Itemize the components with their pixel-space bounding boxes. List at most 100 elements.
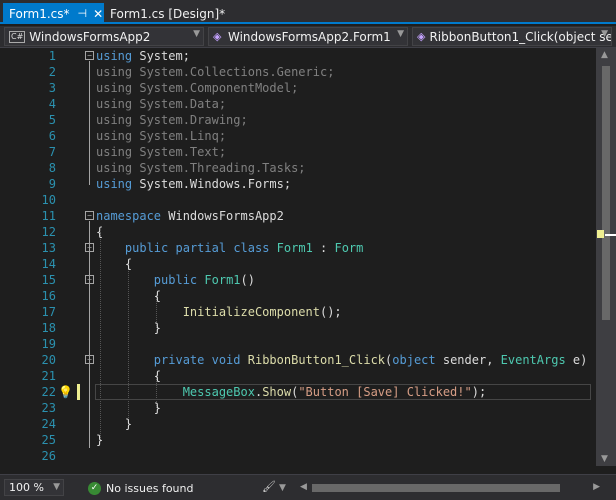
code-line[interactable]: 15 − public Form1() xyxy=(0,272,596,288)
csharp-project-icon: C# xyxy=(9,30,26,43)
code-text: using System.Linq; xyxy=(96,128,226,144)
collapse-icon[interactable]: − xyxy=(85,275,94,284)
code-line[interactable]: 25} xyxy=(0,432,596,448)
code-line[interactable]: 1 − using System; xyxy=(0,48,596,64)
scroll-down-icon[interactable]: ▼ xyxy=(601,454,608,464)
code-line[interactable]: 16 { xyxy=(0,288,596,304)
member-dropdown[interactable]: ◈ RibbonButton1_Click(object sender, Eve… xyxy=(412,27,612,46)
collapse-icon[interactable]: − xyxy=(85,243,94,252)
code-text: MessageBox.Show("Button [Save] Clicked!"… xyxy=(96,384,486,400)
code-token: using xyxy=(96,81,133,95)
code-token: (); xyxy=(319,305,342,319)
class-icon: ◈ xyxy=(213,30,222,43)
close-icon[interactable]: ✕ xyxy=(93,7,103,21)
scroll-up-icon[interactable]: ▲ xyxy=(601,50,608,60)
code-line[interactable]: 18 } xyxy=(0,320,596,336)
scroll-left-icon[interactable]: ◀ xyxy=(300,482,307,492)
lightbulb-icon[interactable]: 💡 xyxy=(58,384,73,400)
tab-form1-design[interactable]: Form1.cs [Design]* xyxy=(104,3,231,24)
code-text: } xyxy=(96,400,161,416)
code-text: } xyxy=(96,432,103,448)
code-line[interactable]: 9 using System.Windows.Forms; xyxy=(0,176,596,192)
code-cleanup-button[interactable]: 🖌 ▼ xyxy=(262,480,286,493)
code-token: using xyxy=(96,113,133,127)
code-token: sender, xyxy=(435,353,501,367)
line-number: 21 xyxy=(41,369,56,383)
code-token: using xyxy=(96,129,133,143)
code-line[interactable]: 10 xyxy=(0,192,596,208)
line-number: 22 xyxy=(41,385,56,399)
code-line[interactable]: 14 { xyxy=(0,256,596,272)
code-token: Form1 xyxy=(276,241,313,255)
line-number: 17 xyxy=(41,305,56,319)
horizontal-scrollbar[interactable]: ◀ ▶ xyxy=(300,481,600,495)
line-number: 18 xyxy=(41,321,56,335)
code-line[interactable]: 20 − private void RibbonButton1_Click(obj… xyxy=(0,352,596,368)
scrollbar-thumb[interactable] xyxy=(602,66,610,320)
code-token: public xyxy=(153,273,198,287)
code-token: System.Threading.Tasks; xyxy=(132,161,306,175)
code-line[interactable]: 19 xyxy=(0,336,596,352)
code-line[interactable]: 4 using System.Data; xyxy=(0,96,596,112)
code-line[interactable]: 2 using System.Collections.Generic; xyxy=(0,64,596,80)
line-number: 3 xyxy=(48,81,56,95)
code-line[interactable]: 8 using System.Threading.Tasks; xyxy=(0,160,596,176)
code-token: using xyxy=(96,97,133,111)
code-text: public partial class Form1 : Form xyxy=(96,240,363,256)
code-editor[interactable]: 1− using System; 2 using System.Collections… xyxy=(0,48,596,466)
code-text: using System.Collections.Generic; xyxy=(96,64,334,80)
zoom-dropdown[interactable]: 100 % ▼ xyxy=(4,479,64,496)
code-line[interactable]: 21 { xyxy=(0,368,596,384)
scroll-right-icon[interactable]: ▶ xyxy=(593,482,600,492)
code-token: using xyxy=(96,49,133,63)
code-token: } xyxy=(96,401,162,415)
code-line[interactable]: 13 − public partial class Form1 : Form xyxy=(0,240,596,256)
code-line[interactable]: 5 using System.Drawing; xyxy=(0,112,596,128)
code-line[interactable]: 6 using System.Linq; xyxy=(0,128,596,144)
scrollbar-thumb[interactable] xyxy=(312,484,560,492)
code-text: private void RibbonButton1_Click(object … xyxy=(96,352,588,368)
code-line[interactable]: 26 xyxy=(0,448,596,464)
project-name: WindowsFormsApp2 xyxy=(29,29,151,44)
project-dropdown[interactable]: C# WindowsFormsApp2 ▼ xyxy=(4,27,204,46)
line-number: 20 xyxy=(41,353,56,367)
class-dropdown[interactable]: ◈ WindowsFormsApp2.Form1 ▼ xyxy=(208,27,408,46)
code-line[interactable]: 3 using System.ComponentModel; xyxy=(0,80,596,96)
code-line[interactable]: 11 − namespace WindowsFormsApp2 xyxy=(0,208,596,224)
issues-indicator[interactable]: ✓ No issues found xyxy=(88,480,193,496)
chevron-down-icon: ▼ xyxy=(193,29,200,39)
code-line[interactable]: 23 } xyxy=(0,400,596,416)
change-tracking-bar xyxy=(77,384,80,400)
code-token: System.Data; xyxy=(132,97,227,111)
code-token: WindowsFormsApp2 xyxy=(161,209,284,223)
code-token: private xyxy=(153,353,205,367)
code-text: { xyxy=(96,368,161,384)
collapse-icon[interactable]: − xyxy=(85,51,94,60)
code-text: public Form1() xyxy=(96,272,255,288)
chevron-down-icon: ▼ xyxy=(397,29,404,39)
collapse-icon[interactable]: − xyxy=(85,211,94,220)
code-token: System.ComponentModel; xyxy=(132,81,299,95)
code-line[interactable]: 17 InitializeComponent(); xyxy=(0,304,596,320)
code-line[interactable]: 7 using System.Text; xyxy=(0,144,596,160)
code-token: { xyxy=(96,225,104,239)
code-line[interactable]: 12 { xyxy=(0,224,596,240)
code-text: using System; xyxy=(96,48,190,64)
code-token: : xyxy=(312,241,335,255)
vertical-scrollbar[interactable]: ▲ ▼ xyxy=(596,48,616,466)
tab-form1-cs[interactable]: Form1.cs* ⊣ ✕ xyxy=(3,3,104,24)
line-number: 13 xyxy=(41,241,56,255)
code-text: { xyxy=(96,288,161,304)
pin-icon[interactable]: ⊣ xyxy=(78,7,88,20)
collapse-icon[interactable]: − xyxy=(85,355,94,364)
code-token: Form1 xyxy=(204,273,241,287)
code-line[interactable]: 22 💡 MessageBox.Show("Button [Save] Click… xyxy=(0,384,596,400)
line-number: 1 xyxy=(48,49,56,63)
code-token: Form xyxy=(334,241,364,255)
line-number: 23 xyxy=(41,401,56,415)
code-text: using System.Data; xyxy=(96,96,226,112)
code-line[interactable]: 24 } xyxy=(0,416,596,432)
